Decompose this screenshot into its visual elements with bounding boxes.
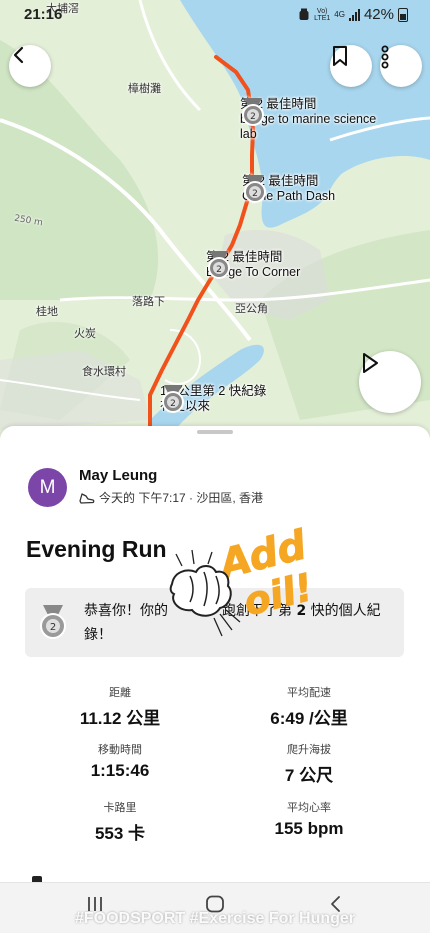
medal-icon: 2	[40, 605, 66, 639]
bookmark-icon	[333, 46, 347, 66]
battery-percent: 42%	[363, 6, 394, 23]
stat-value: 7 公尺	[284, 766, 334, 785]
stat-value: 553 卡	[94, 824, 146, 843]
stat-value: 11.12 公里	[79, 709, 161, 728]
status-time: 21:16	[24, 6, 63, 23]
stat-label: 移動時間	[98, 743, 142, 756]
network-type: 4G	[334, 10, 345, 19]
stat-elevation: 爬升海拔 7 公尺	[219, 741, 399, 786]
stat-value: 1:15:46	[90, 761, 150, 780]
add-oil-sticker: Add oil!	[169, 522, 318, 637]
chevron-left-icon	[13, 46, 24, 64]
stat-label: 距離	[109, 686, 131, 699]
back-button[interactable]	[9, 45, 51, 87]
medal-icon: 2	[244, 175, 266, 203]
more-vertical-icon	[381, 45, 389, 69]
avatar[interactable]: M	[28, 468, 67, 507]
stat-distance: 距離 11.12 公里	[30, 684, 210, 729]
medal-icon: 2	[242, 98, 264, 126]
play-icon	[363, 353, 378, 373]
medal-rank: 2	[250, 112, 256, 122]
network-lte: LTE1	[314, 14, 331, 22]
play-flyby-button[interactable]	[359, 351, 421, 413]
stat-moving-time: 移動時間 1:15:46	[30, 741, 210, 781]
alarm-icon	[299, 8, 309, 20]
bookmark-button[interactable]	[330, 45, 372, 87]
stat-label: 卡路里	[103, 801, 137, 814]
segment-pin[interactable]: 2 第 2 最佳時間 bridge to marine science lab	[240, 97, 390, 142]
segment-pin[interactable]: 2 第 2 最佳時間 Bridge To Corner	[206, 250, 300, 280]
segment-pin[interactable]: 2 第 2 最佳時間 Cycle Path Dash	[242, 174, 335, 204]
status-bar: 21:16 Vo) LTE1 4G 42%	[0, 0, 430, 32]
medal-rank: 2	[252, 189, 258, 199]
map-place-label: 桂地	[36, 305, 58, 318]
athlete-name[interactable]: May Leung	[79, 467, 157, 484]
activity-meta: 今天的 下午7:17 · 沙田區, 香港	[99, 491, 264, 505]
stat-calories: 卡路里 553 卡	[30, 799, 210, 844]
map-place-label: 食水環村	[82, 365, 126, 378]
map-place-label: 落路下	[132, 295, 165, 308]
stat-label: 平均配速	[287, 686, 331, 699]
medal-rank: 2	[50, 622, 56, 633]
sheet-drag-handle[interactable]	[197, 430, 233, 434]
stat-heart-rate: 平均心率 155 bpm	[219, 799, 399, 839]
achievement-text-pre: 恭喜你！你的	[84, 603, 168, 619]
stat-value: 155 bpm	[274, 819, 344, 838]
medal-icon: 2	[208, 251, 230, 279]
map-place-label: 火炭	[74, 327, 96, 340]
map-place-label: 亞公角	[235, 302, 268, 315]
stat-value: 6:49 /公里	[270, 709, 348, 728]
activity-title: Evening Run	[26, 536, 167, 562]
map-place-label: 樟樹灘	[128, 82, 161, 95]
activity-sheet: M May Leung 今天的 下午7:17 · 沙田區, 香港 Evening…	[0, 426, 430, 932]
medal-icon: 2	[162, 385, 184, 413]
stat-pace: 平均配速 6:49 /公里	[219, 684, 399, 729]
network-volte: Vo)	[316, 7, 328, 15]
stat-label: 爬升海拔	[287, 743, 331, 756]
signal-icon	[348, 8, 360, 21]
battery-icon	[398, 7, 408, 22]
stat-label: 平均心率	[287, 801, 331, 814]
medal-rank: 2	[170, 399, 176, 409]
segment-pin[interactable]: 2 10 公里第 2 快紀錄 有史以來	[160, 384, 266, 414]
route-map[interactable]: 大埔滘 樟樹灘 桂地 落路下 亞公角 火炭 食水環村 250 m 2 第 2 最…	[0, 0, 430, 450]
overlay-hashtag: #FOODSPORT #Exercise For Hunger	[74, 910, 356, 927]
running-shoe-icon	[79, 492, 95, 504]
more-options-button[interactable]	[380, 45, 422, 87]
medal-rank: 2	[216, 265, 222, 275]
